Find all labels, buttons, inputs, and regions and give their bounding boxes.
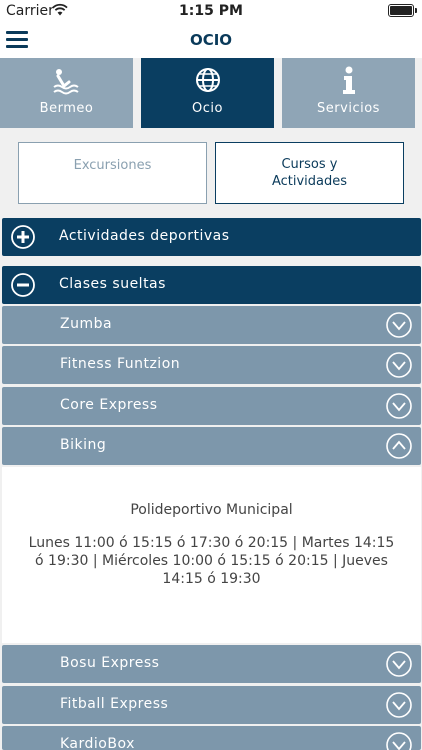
minus-circle-icon — [11, 273, 35, 297]
section-clases-sueltas[interactable]: Clases sueltas — [2, 266, 421, 304]
excursiones-button[interactable]: Excursiones — [18, 142, 207, 204]
battery-icon — [388, 4, 417, 17]
page-title: OCIO — [189, 31, 233, 49]
tab-ocio-label: Ocio — [192, 101, 223, 116]
plus-circle-icon — [11, 225, 35, 249]
section-clases-sueltas-label: Clases sueltas — [59, 276, 166, 292]
list-item-biking[interactable]: Biking — [2, 427, 421, 465]
info-icon — [342, 66, 355, 94]
list-item-label: KardioBox — [60, 736, 135, 750]
excursiones-label: Excursiones — [73, 157, 152, 173]
top-tabs: Bermeo Ocio Servicios — [0, 58, 422, 130]
tab-servicios[interactable]: Servicios — [282, 58, 415, 128]
list-item-bosu-express[interactable]: Bosu Express — [2, 645, 421, 683]
chevron-down-icon — [386, 312, 412, 338]
cursos-label-line2: Actividades — [271, 174, 348, 189]
chevron-down-icon — [386, 732, 412, 750]
swimmer-icon — [52, 69, 79, 95]
list-item-fitball-express[interactable]: Fitball Express — [2, 686, 421, 724]
section-actividades-deportivas-label: Actividades deportivas — [59, 228, 230, 244]
list-item-label: Fitness Funtzion — [60, 356, 181, 372]
status-bar: Carrier 1:15 PM — [0, 0, 422, 22]
chevron-down-icon — [386, 651, 412, 677]
tab-bermeo[interactable]: Bermeo — [0, 58, 133, 128]
chevron-up-icon — [386, 433, 412, 459]
list-item-label: Core Express — [60, 397, 158, 413]
chevron-down-icon — [386, 393, 412, 419]
tab-ocio[interactable]: Ocio — [141, 58, 274, 128]
section-actividades-deportivas[interactable]: Actividades deportivas — [2, 218, 421, 256]
list-item-label: Biking — [60, 437, 107, 453]
detail-schedule: Lunes 11:00 ó 15:15 ó 17:30 ó 20:15 | Ma… — [28, 535, 395, 587]
list-item-zumba[interactable]: Zumba — [2, 306, 421, 344]
chevron-down-icon — [386, 352, 412, 378]
tab-bermeo-label: Bermeo — [39, 101, 94, 116]
cursos-actividades-button[interactable]: Cursos y Actividades — [215, 142, 404, 204]
chevron-down-icon — [386, 692, 412, 718]
list-item-label: Fitball Express — [60, 696, 169, 712]
list-item-fitness-funtzion[interactable]: Fitness Funtzion — [2, 346, 421, 384]
globe-icon — [195, 68, 220, 92]
nav-bar: OCIO — [0, 22, 422, 58]
list-item-label: Bosu Express — [60, 655, 160, 671]
list-item-label: Zumba — [60, 316, 113, 332]
list-item-kardiobox[interactable]: KardioBox — [2, 726, 421, 750]
list-item-core-express[interactable]: Core Express — [2, 387, 421, 425]
detail-location: Polideportivo Municipal — [130, 502, 293, 518]
status-time: 1:15 PM — [179, 3, 243, 19]
cursos-label-line1: Cursos y — [281, 157, 338, 172]
biking-detail-panel: Polideportivo Municipal Lunes 11:00 ó 15… — [2, 467, 421, 643]
tab-servicios-label: Servicios — [317, 101, 380, 116]
